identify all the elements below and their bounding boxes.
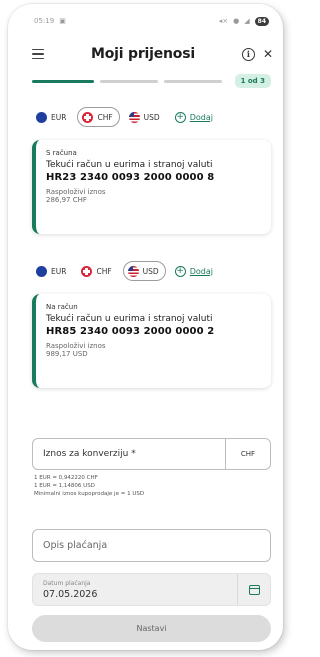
source-add-button[interactable]: + Dodaj bbox=[174, 111, 213, 123]
status-time: 05:19 bbox=[34, 17, 55, 25]
step-1 bbox=[32, 79, 94, 83]
source-chip-eur[interactable]: EUR bbox=[32, 107, 72, 127]
calendar-button[interactable] bbox=[237, 574, 270, 605]
eu-flag-icon bbox=[36, 265, 47, 277]
card-label: Na račun bbox=[46, 303, 78, 311]
hamburger-icon[interactable] bbox=[32, 49, 44, 59]
card-label: S računa bbox=[46, 149, 77, 157]
us-flag-icon bbox=[127, 265, 139, 277]
notification-icon: ▣ bbox=[59, 17, 66, 25]
swiss-flag-icon bbox=[82, 111, 94, 123]
plus-circle-icon: + bbox=[174, 265, 186, 277]
date-value: 07.05.2026 bbox=[43, 588, 98, 600]
card-iban: HR23 2340 0093 2000 0000 8 bbox=[46, 172, 215, 183]
balance-value: 286,97 CHF bbox=[46, 196, 87, 204]
minimum-amount-note: Minimalni iznos kupoprodaje je = 1 USD bbox=[34, 491, 145, 497]
phone-frame: 05:19 ▣ ◂× ● ◢ 84 Moji prijenosi i ✕ 1 o… bbox=[8, 4, 283, 650]
balance-value: 989,17 USD bbox=[46, 350, 88, 358]
page-title: Moji prijenosi bbox=[90, 46, 195, 62]
source-currency-chips: EUR CHF USD + Dodaj bbox=[32, 106, 213, 128]
exchange-rates: 1 EUR = 0,942220 CHF 1 EUR = 1,14806 USD… bbox=[34, 474, 144, 498]
battery-icon: 84 bbox=[254, 16, 269, 26]
amount-input[interactable]: Iznos za konverziju * bbox=[33, 449, 225, 459]
balance-label: Raspoloživi iznos bbox=[46, 342, 106, 350]
target-currency-chips: EUR CHF USD + Dodaj bbox=[32, 260, 213, 282]
card-title: Tekući račun u eurima i stranoj valuti bbox=[46, 160, 213, 170]
signal-icon: ◢ bbox=[244, 17, 250, 25]
close-icon[interactable]: ✕ bbox=[263, 47, 273, 61]
source-chip-chf[interactable]: CHF bbox=[77, 107, 120, 127]
app-header: Moji prijenosi i ✕ bbox=[32, 44, 273, 64]
mute-icon: ◂× bbox=[218, 17, 229, 25]
progress-stepper: 1 od 3 bbox=[32, 74, 271, 88]
rate-line: 1 EUR = 1,14806 USD bbox=[34, 483, 95, 489]
eu-flag-icon bbox=[36, 111, 47, 123]
step-2 bbox=[100, 79, 158, 83]
rate-line: 1 EUR = 0,942220 CHF bbox=[34, 475, 98, 481]
next-button[interactable]: Nastavi bbox=[32, 615, 271, 642]
calendar-icon bbox=[248, 584, 260, 595]
amount-currency: CHF bbox=[225, 439, 270, 469]
source-chip-usd[interactable]: USD bbox=[125, 107, 166, 127]
balance-label: Raspoloživi iznos bbox=[46, 188, 106, 196]
source-account-card[interactable]: S računa Tekući račun u eurima i stranoj… bbox=[32, 140, 271, 234]
card-iban: HR85 2340 0093 2000 0000 2 bbox=[46, 326, 215, 337]
target-add-button[interactable]: + Dodaj bbox=[174, 265, 213, 277]
target-chip-usd[interactable]: USD bbox=[122, 261, 166, 281]
info-icon[interactable]: i bbox=[241, 47, 255, 61]
date-label: Datum plaćanja bbox=[43, 579, 91, 587]
location-icon: ● bbox=[233, 17, 240, 25]
us-flag-icon bbox=[128, 111, 140, 123]
description-input[interactable]: Opis plaćanja bbox=[32, 529, 271, 562]
status-bar: 05:19 ▣ ◂× ● ◢ 84 bbox=[34, 14, 269, 28]
plus-circle-icon: + bbox=[174, 111, 186, 123]
swiss-flag-icon bbox=[81, 265, 93, 277]
amount-field[interactable]: Iznos za konverziju * CHF bbox=[32, 438, 271, 470]
target-chip-eur[interactable]: EUR bbox=[32, 261, 72, 281]
step-3 bbox=[164, 79, 222, 83]
date-field[interactable]: Datum plaćanja 07.05.2026 bbox=[32, 573, 271, 606]
target-chip-chf[interactable]: CHF bbox=[77, 261, 117, 281]
step-badge: 1 od 3 bbox=[234, 74, 271, 88]
target-account-card[interactable]: Na račun Tekući račun u eurima i stranoj… bbox=[32, 294, 271, 388]
card-title: Tekući račun u eurima i stranoj valuti bbox=[46, 314, 213, 324]
